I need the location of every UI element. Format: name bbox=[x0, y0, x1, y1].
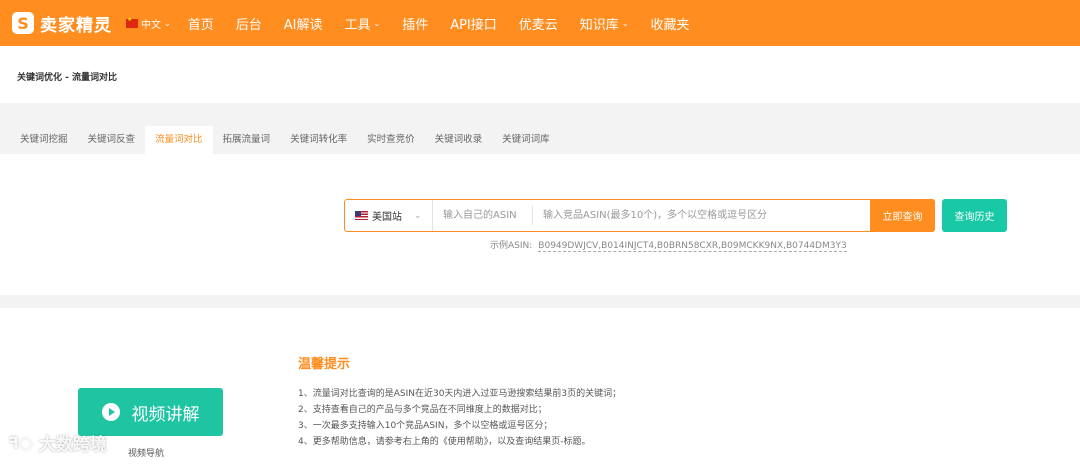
chevron-down-icon: ⌄ bbox=[621, 18, 629, 28]
tab-realtime-bid[interactable]: 实时查竞价 bbox=[357, 126, 425, 154]
logo-icon: S bbox=[12, 12, 34, 34]
logo-text: 卖家精灵 bbox=[40, 15, 112, 36]
play-icon bbox=[101, 403, 120, 421]
tip-item: 2、支持查看自己的产品与多个竞品在不同维度上的数据对比； bbox=[298, 405, 547, 415]
us-flag-icon bbox=[355, 211, 368, 220]
watermark-logo-icon: ꟻ◌ bbox=[8, 433, 33, 452]
video-tutorial-button[interactable]: 视频讲解 bbox=[78, 388, 223, 436]
watermark: ꟻ◌ 大数跨境 bbox=[8, 430, 107, 455]
top-navbar: S 卖家精灵 中文 ⌄ 首页 后台 AI解读 工具⌄ 插件 API接口 优麦云 … bbox=[0, 0, 1080, 46]
tab-conversion-rate[interactable]: 关键词转化率 bbox=[280, 126, 357, 154]
tip-item: 1、流量词对比查询的是ASIN在近30天内进入过亚马逊搜索结果前3页的关键词； bbox=[298, 389, 622, 399]
china-flag-icon bbox=[126, 16, 138, 28]
nav-item-favorites[interactable]: 收藏夹 bbox=[651, 14, 690, 33]
competitor-asin-input[interactable] bbox=[533, 206, 870, 225]
tips-list: 1、流量词对比查询的是ASIN在近30天内进入过亚马逊搜索结果前3页的关键词； … bbox=[298, 386, 621, 450]
nav-item-home[interactable]: 首页 bbox=[188, 14, 214, 33]
tips-title: 温馨提示 bbox=[298, 357, 351, 372]
query-button[interactable]: 立即查询 bbox=[870, 199, 935, 232]
breadcrumb: 关键词优化 - 流量词对比 bbox=[17, 73, 118, 83]
main-nav: 首页 后台 AI解读 工具 ⌄ 插件 API接口 优麦云 知识库 ⌄ 收藏夹 bbox=[177, 14, 701, 33]
own-asin-input[interactable] bbox=[433, 206, 533, 225]
watermark-text: 大数跨境 bbox=[38, 435, 107, 455]
chevron-down-icon: ⌄ bbox=[373, 18, 381, 28]
tab-expand-traffic[interactable]: 拓展流量词 bbox=[213, 126, 281, 154]
tip-item: 4、更多帮助信息，请参考右上角的《使用帮助》，以及查询结果页-标题。 bbox=[298, 437, 591, 447]
video-nav-link[interactable]: 视频导航 bbox=[128, 446, 164, 459]
example-label: 示例ASIN: bbox=[490, 241, 533, 251]
breadcrumb-panel: 关键词优化 - 流量词对比 bbox=[0, 46, 1080, 103]
site-label: 美国站 bbox=[372, 212, 402, 223]
nav-item-backend[interactable]: 后台 bbox=[236, 14, 262, 33]
logo[interactable]: S 卖家精灵 bbox=[12, 11, 112, 36]
tip-item: 3、一次最多支持输入10个竞品ASIN，多个以空格或逗号区分； bbox=[298, 421, 553, 431]
tab-keyword-index[interactable]: 关键词收录 bbox=[425, 126, 493, 154]
chevron-down-icon: ⌄ bbox=[414, 210, 422, 221]
search-box: 美国站 ⌄ 立即查询 bbox=[344, 199, 935, 232]
nav-item-ai[interactable]: AI解读 bbox=[284, 14, 323, 33]
chevron-down-icon: ⌄ bbox=[164, 18, 171, 28]
nav-item-youmaiyun[interactable]: 优麦云 bbox=[519, 14, 558, 33]
tool-tabs: 关键词挖掘 关键词反查 流量词对比 拓展流量词 关键词转化率 实时查竞价 关键词… bbox=[10, 126, 560, 154]
example-asin-row: 示例ASIN: B0949DWJCV,B014INJCT4,B0BRN58CXR,… bbox=[490, 238, 847, 252]
language-label: 中文 bbox=[141, 19, 161, 31]
video-button-label: 视频讲解 bbox=[131, 404, 200, 425]
tab-keyword-library[interactable]: 关键词词库 bbox=[492, 126, 560, 154]
nav-item-tools[interactable]: 工具 ⌄ bbox=[344, 14, 380, 33]
tips-panel: 视频讲解 视频导航 温馨提示 1、流量词对比查询的是ASIN在近30天内进入过亚… bbox=[0, 308, 1080, 467]
history-button[interactable]: 查询历史 bbox=[942, 199, 1007, 232]
nav-item-knowledge[interactable]: 知识库 ⌄ bbox=[580, 14, 629, 33]
tab-traffic-compare[interactable]: 流量词对比 bbox=[145, 126, 213, 154]
tab-reverse-lookup[interactable]: 关键词反查 bbox=[78, 126, 146, 154]
search-panel: 美国站 ⌄ 立即查询 查询历史 示例ASIN: B0949DWJCV,B014IN… bbox=[0, 154, 1080, 295]
nav-item-api[interactable]: API接口 bbox=[450, 14, 497, 33]
site-select[interactable]: 美国站 ⌄ bbox=[345, 200, 433, 231]
nav-item-plugin[interactable]: 插件 bbox=[402, 14, 428, 33]
language-selector[interactable]: 中文 ⌄ bbox=[126, 16, 171, 31]
example-asins-link[interactable]: B0949DWJCV,B014INJCT4,B0BRN58CXR,B09MCKK… bbox=[538, 241, 847, 252]
tab-keyword-mining[interactable]: 关键词挖掘 bbox=[10, 126, 78, 154]
